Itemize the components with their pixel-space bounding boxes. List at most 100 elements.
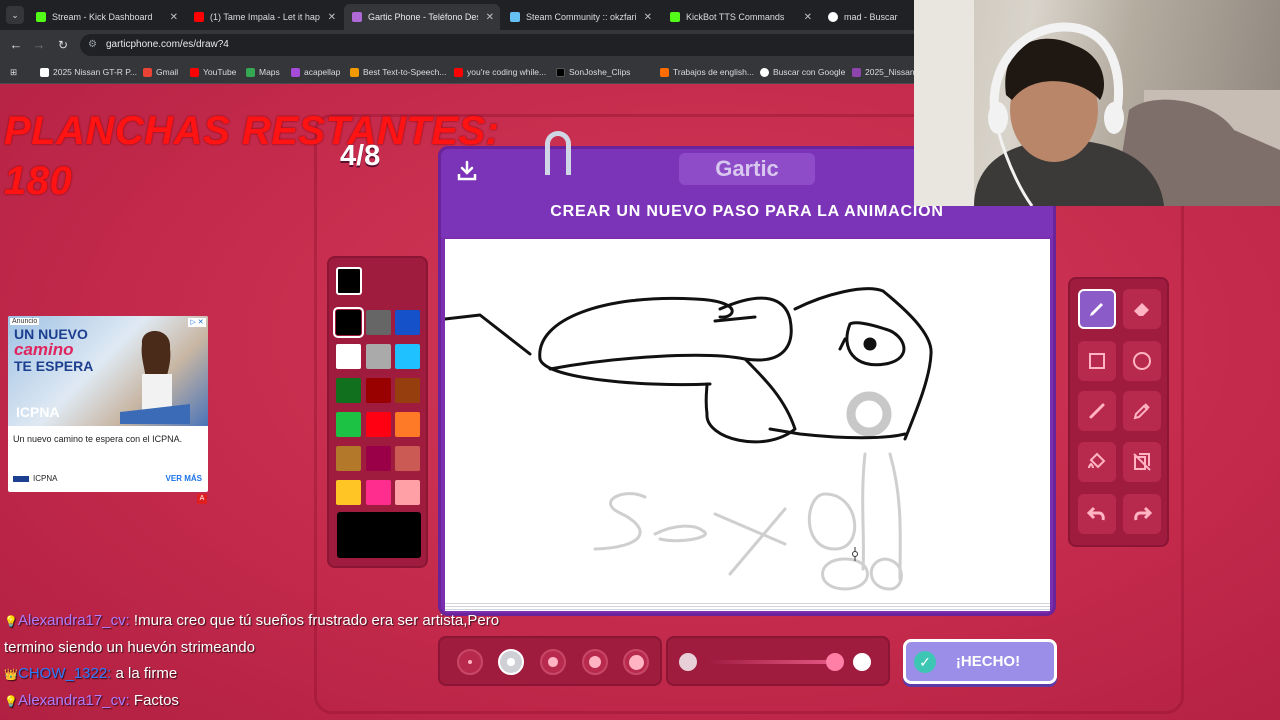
close-icon[interactable]: ✕ (170, 12, 178, 23)
chat-text: Factos (129, 692, 179, 709)
chat-message: 💡Alexandra17_cv: !mura creo que tú sueño… (4, 608, 504, 661)
tab-label: mad - Buscar con Go (844, 12, 898, 22)
ad-headline: UN NUEVO camino TE ESPERA (14, 326, 93, 374)
opacity-high-knob[interactable] (853, 653, 871, 671)
bookmark-label: you're coding while... (467, 67, 547, 77)
color-swatch[interactable] (366, 412, 391, 437)
bookmark-item[interactable]: Buscar con Google (760, 65, 845, 79)
opacity-low-knob[interactable] (679, 653, 697, 671)
ellipse-tool[interactable] (1123, 341, 1161, 381)
tab-search-button[interactable]: ⌄ (6, 6, 24, 24)
bookmark-item[interactable]: acapellap (291, 65, 340, 79)
tab-youtube[interactable]: (1) Tame Impala - Let it hap ✕ (186, 4, 342, 30)
drawing-canvas[interactable] (445, 239, 1050, 601)
ad-headline-line: camino (14, 340, 74, 359)
advertisement[interactable]: UN NUEVO camino TE ESPERA ICPNA Anuncio … (8, 316, 208, 492)
brush-size-option[interactable] (540, 649, 566, 675)
steam-icon (510, 12, 520, 22)
rectangle-icon (1089, 353, 1105, 369)
color-swatch[interactable] (366, 310, 391, 335)
color-swatch[interactable] (366, 446, 391, 471)
bookmark-item[interactable]: Gmail (143, 65, 178, 79)
apps-grid-icon[interactable]: ⊞ (10, 65, 17, 79)
ad-advertiser: ICPNA (13, 474, 57, 483)
clear-layer-tool[interactable] (1123, 442, 1161, 482)
selected-color-indicator (336, 267, 362, 295)
tab-google-search[interactable]: mad - Buscar con Go (820, 4, 920, 30)
opacity-slider-track[interactable] (708, 660, 838, 664)
color-swatch[interactable] (395, 344, 420, 369)
opacity-slider-thumb[interactable] (826, 653, 844, 671)
google-icon (828, 12, 838, 22)
bookmark-favicon-icon (660, 67, 669, 77)
color-swatch[interactable] (395, 412, 420, 437)
ad-choices-icon[interactable]: ▷ ✕ (188, 318, 206, 327)
forward-arrow-icon[interactable]: → (30, 36, 48, 54)
tab-kickbot[interactable]: KickBot TTS Commands ✕ (662, 4, 818, 30)
brush-size-option[interactable] (623, 649, 649, 675)
color-swatch[interactable] (333, 307, 364, 338)
lightbulb-icon: 💡 (4, 696, 18, 708)
redo-icon (1134, 506, 1153, 521)
bookmark-label: 2025_Nissan_ (865, 67, 920, 77)
bookmark-item[interactable]: you're coding while... (454, 65, 546, 79)
fill-tool[interactable] (1078, 442, 1116, 482)
bookmark-label: acapellap (304, 67, 341, 77)
done-button[interactable]: ✓ ¡HECHO! (903, 639, 1057, 684)
redo-tool[interactable] (1123, 494, 1161, 534)
ad-image[interactable]: UN NUEVO camino TE ESPERA ICPNA Anuncio … (8, 316, 208, 426)
ad-cta-link[interactable]: VER MÁS (166, 474, 202, 483)
undo-icon (1086, 506, 1105, 521)
bookmark-item[interactable]: 2025_Nissan_ (852, 65, 919, 79)
tab-gartic-phone[interactable]: Gartic Phone - Teléfono Descon ✕ (344, 4, 500, 30)
back-arrow-icon[interactable]: ← (7, 36, 25, 54)
color-swatch[interactable] (366, 480, 391, 505)
color-swatch[interactable] (395, 310, 420, 335)
bookmark-item[interactable]: 2025 Nissan GT-R P... (40, 65, 137, 79)
pencil-tool[interactable] (1078, 289, 1116, 329)
bookmark-label: Best Text-to-Speech... (363, 67, 447, 77)
youtube-icon (454, 67, 463, 77)
custom-color-picker[interactable] (337, 512, 421, 558)
ad-headline-line: TE ESPERA (14, 358, 94, 374)
color-swatch[interactable] (336, 344, 361, 369)
brush-dot-icon (588, 655, 602, 669)
brush-dot-icon (548, 657, 558, 667)
eraser-tool[interactable] (1123, 289, 1161, 329)
close-icon[interactable]: ✕ (486, 12, 494, 23)
color-swatch[interactable] (336, 480, 361, 505)
bookmark-item[interactable]: YouTube (190, 65, 236, 79)
pencil-icon (1090, 303, 1103, 316)
ad-brand-logo: ICPNA (16, 404, 60, 420)
close-icon[interactable]: ✕ (804, 12, 812, 23)
tab-kick-dashboard[interactable]: Stream - Kick Dashboard ✕ (28, 4, 184, 30)
eyedropper-tool[interactable] (1123, 391, 1161, 431)
close-icon[interactable]: ✕ (328, 12, 336, 23)
lightbulb-icon: 💡 (4, 616, 18, 628)
bookmark-item[interactable]: Best Text-to-Speech... (350, 65, 446, 79)
tab-steam[interactable]: Steam Community :: okzfarid ✕ (502, 4, 658, 30)
color-swatch[interactable] (336, 378, 361, 403)
bookmark-item[interactable]: SonJoshe_Clips (556, 65, 630, 79)
overlay-title-line: PLANCHAS RESTANTES: (4, 109, 500, 153)
bookmark-item[interactable]: Maps (246, 65, 280, 79)
bookmark-item[interactable]: Trabajos de english... (660, 65, 754, 79)
reload-icon[interactable]: ↻ (54, 36, 72, 54)
site-info-icon[interactable]: ⚙ (88, 34, 97, 56)
color-swatch[interactable] (366, 344, 391, 369)
rectangle-tool[interactable] (1078, 341, 1116, 381)
round-counter: 4/8 (340, 140, 381, 172)
color-swatch[interactable] (336, 446, 361, 471)
color-swatch[interactable] (366, 378, 391, 403)
close-icon[interactable]: ✕ (644, 12, 652, 23)
undo-tool[interactable] (1078, 494, 1116, 534)
brush-dot-icon (628, 654, 644, 670)
brush-size-option[interactable] (582, 649, 608, 675)
line-tool[interactable] (1078, 391, 1116, 431)
webcam-feed-image (914, 0, 1280, 206)
color-swatch[interactable] (336, 412, 361, 437)
color-swatch[interactable] (395, 446, 420, 471)
color-swatch[interactable] (395, 378, 420, 403)
download-icon[interactable] (455, 159, 479, 183)
color-swatch[interactable] (395, 480, 420, 505)
